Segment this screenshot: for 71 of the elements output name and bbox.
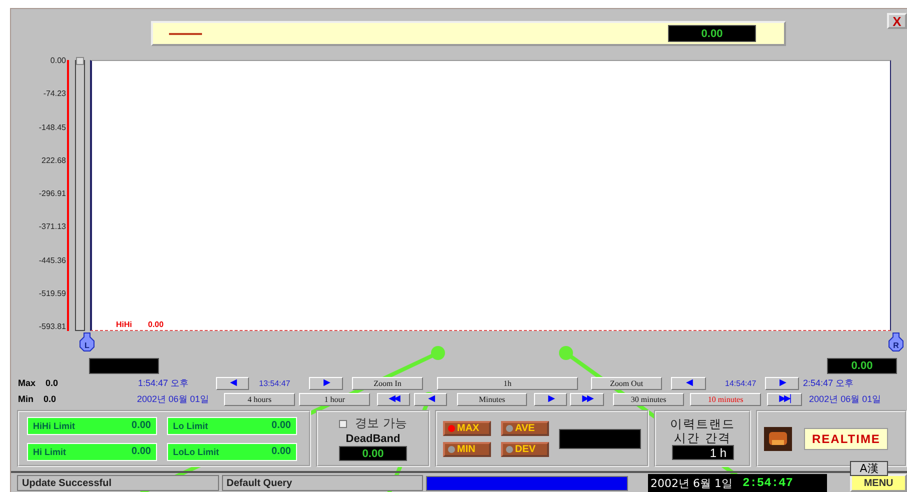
cursor-readout <box>89 358 159 374</box>
cursor-readout: 0.00 <box>827 358 897 374</box>
scroll-button[interactable]: ▶ <box>534 392 568 406</box>
time-label: 13:54:47 <box>259 378 292 388</box>
scrollbar-thumb[interactable] <box>76 57 84 65</box>
checkbox[interactable] <box>339 420 348 428</box>
history-subtitle: 시간 간격 <box>674 431 731 445</box>
device-icon[interactable] <box>764 426 792 450</box>
legend-value: 0.00 <box>668 25 756 42</box>
stat-label: Min <box>18 394 34 404</box>
limit-label: HiHi Limit <box>33 420 75 430</box>
query-name: Default Query <box>222 475 424 491</box>
stat-label: Max <box>18 378 36 388</box>
axis-label: -371.13 <box>38 222 66 232</box>
status-message: Update Successful <box>17 475 219 491</box>
range-button[interactable]: 4 hours <box>224 392 296 406</box>
interval-field[interactable]: 1 h <box>672 445 734 460</box>
cursor-handle[interactable]: L <box>78 332 96 352</box>
zoom-button[interactable]: Zoom Out <box>591 376 662 390</box>
date-time-label: 2002년 06월 01일 <box>809 392 882 406</box>
scrollbar[interactable] <box>75 60 85 331</box>
zoom-button[interactable]: 1h <box>437 376 578 390</box>
clock-time: 2:54:47 <box>742 476 793 490</box>
zoom-button[interactable]: Zoom In <box>352 376 423 390</box>
statistic-toggle-button[interactable]: DEV <box>501 442 549 456</box>
deadband-label: DeadBand <box>346 433 400 445</box>
axis-label: -519.59 <box>38 288 66 299</box>
cursor-handle[interactable]: R <box>887 332 905 352</box>
menu-button[interactable]: MENU <box>850 474 907 492</box>
axis-label: -296.91 <box>38 189 66 199</box>
limit-label: Lo Limit <box>173 420 208 430</box>
date-time-label: 2002년 06월 01일 <box>137 392 210 406</box>
stat-value: 0.0 <box>46 378 58 388</box>
axis-label: -74.23 <box>42 89 66 100</box>
date-time-label: 1:54:47 오후 <box>138 376 190 390</box>
scroll-button[interactable]: ▶ <box>309 376 343 390</box>
statistic-toggle-button[interactable]: MIN <box>443 442 491 456</box>
legend-line-sample <box>169 32 202 34</box>
axis-label: -148.45 <box>38 122 66 132</box>
range-button[interactable]: 10 minutes <box>690 392 762 406</box>
input-method-indicator[interactable]: A漢 <box>850 461 888 476</box>
limit-label: Hi Limit <box>33 446 66 456</box>
stat-value: 0.0 <box>44 394 56 404</box>
time-label: 14:54:47 <box>725 378 758 388</box>
limit-line-label: HiHi <box>116 320 132 329</box>
statistic-toggle-button[interactable]: MAX <box>443 420 491 436</box>
scroll-button[interactable]: ◀ <box>216 376 249 390</box>
limit-value: 0.00 <box>132 446 151 457</box>
axis-label: 222.68 <box>40 156 66 166</box>
realtime-button[interactable]: REALTIME <box>804 428 888 450</box>
history-title: 이력트랜드 <box>670 417 735 431</box>
limit-value: 0.00 <box>132 420 151 431</box>
range-button[interactable]: 1 hour <box>299 392 370 406</box>
clock-date: 2002년 6월 1일 <box>650 476 733 490</box>
limit-line-value: 0.00 <box>148 320 164 329</box>
scroll-button[interactable]: ▶▶| <box>767 392 802 406</box>
zoom-button[interactable]: Minutes <box>457 392 528 406</box>
limit-label: LoLo Limit <box>173 446 219 456</box>
scroll-button[interactable]: ▶ <box>765 376 799 390</box>
limit-value: 0.00 <box>272 420 291 431</box>
scroll-button[interactable]: ◀ <box>671 376 706 390</box>
axis-label: 0.00 <box>49 56 66 66</box>
limit-value: 0.00 <box>272 446 291 457</box>
range-button[interactable]: 30 minutes <box>613 392 684 406</box>
axis-label: -445.36 <box>38 256 66 266</box>
deadband-field[interactable]: 0.00 <box>339 446 407 461</box>
statistic-toggle-button[interactable]: AVE <box>501 420 549 436</box>
scroll-button[interactable]: ▶▶ <box>570 392 604 406</box>
close-button[interactable]: X <box>887 13 907 29</box>
date-time-label: 2:54:47 오후 <box>803 376 855 390</box>
axis-label: -593.81 <box>38 322 66 332</box>
